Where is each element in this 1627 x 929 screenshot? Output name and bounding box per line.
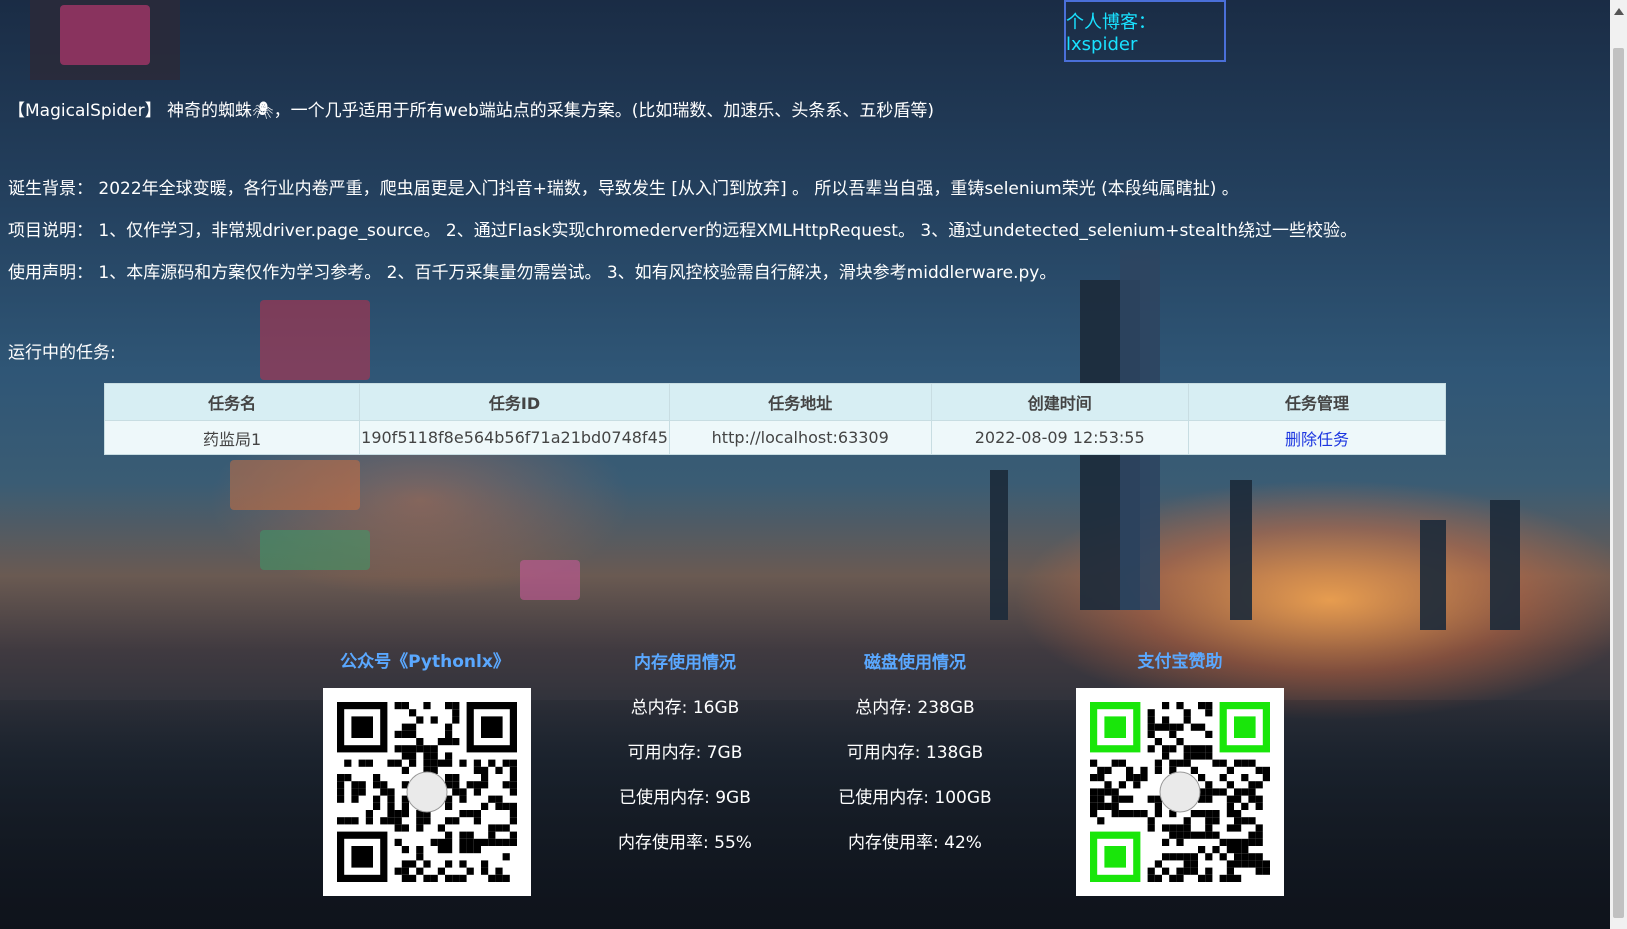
task-manage-cell: 删除任务 bbox=[1187, 420, 1447, 455]
delete-task-link[interactable]: 删除任务 bbox=[1285, 430, 1349, 449]
wechat-section: 公众号《Pythonlx》 bbox=[320, 647, 530, 672]
project-title: 【MagicalSpider】 神奇的蜘蛛🕷，一个几乎适用于所有web端站点的采… bbox=[8, 101, 935, 121]
memory-title: 内存使用情况 bbox=[634, 653, 736, 673]
alipay-section: 支付宝赞助 bbox=[1075, 647, 1285, 672]
memory-used: 已使用内存: 9GB bbox=[619, 788, 751, 808]
tasks-table: 任务名 任务ID 任务地址 创建时间 任务管理 药监局1 190f5118f8e… bbox=[103, 383, 1447, 455]
description-text: 项目说明： 1、仅作学习，非常规driver.page_source。 2、通过… bbox=[8, 221, 1358, 241]
alipay-qr-code bbox=[1076, 688, 1284, 896]
disk-used: 已使用内存: 100GB bbox=[838, 788, 992, 808]
header-task-name: 任务名 bbox=[103, 383, 361, 421]
wechat-title: 公众号《Pythonlx》 bbox=[340, 652, 510, 672]
disk-available: 可用内存: 138GB bbox=[846, 743, 984, 763]
task-name-cell: 药监局1 bbox=[103, 420, 361, 455]
header-task-id: 任务ID bbox=[359, 383, 670, 421]
table-header-row: 任务名 任务ID 任务地址 创建时间 任务管理 bbox=[103, 383, 1447, 421]
created-time-cell: 2022-08-09 12:53:55 bbox=[930, 420, 1189, 455]
header-task-url: 任务地址 bbox=[668, 383, 932, 421]
blog-label: 个人博客：lxspider bbox=[1066, 11, 1156, 55]
table-row: 药监局1 190f5118f8e564b56f71a21bd0748f45 ht… bbox=[103, 420, 1447, 455]
task-id-cell: 190f5118f8e564b56f71a21bd0748f45 bbox=[359, 420, 670, 455]
personal-blog-link[interactable]: 个人博客：lxspider bbox=[1064, 0, 1226, 62]
task-url-cell: http://localhost:63309 bbox=[668, 420, 932, 455]
disk-section: 磁盘使用情况 总内存: 238GB 可用内存: 138GB 已使用内存: 100… bbox=[810, 648, 1020, 853]
background-art bbox=[0, 0, 1610, 929]
disk-total: 总内存: 238GB bbox=[855, 698, 975, 718]
memory-rate: 内存使用率: 55% bbox=[618, 833, 752, 853]
memory-available: 可用内存: 7GB bbox=[627, 743, 743, 763]
wechat-qr-code bbox=[323, 688, 531, 896]
alipay-title: 支付宝赞助 bbox=[1137, 652, 1223, 672]
disk-rate: 内存使用率: 42% bbox=[848, 833, 982, 853]
header-created-time: 创建时间 bbox=[930, 383, 1189, 421]
disk-title: 磁盘使用情况 bbox=[864, 653, 966, 673]
memory-total: 总内存: 16GB bbox=[630, 698, 740, 718]
disclaimer-text: 使用声明： 1、本库源码和方案仅作为学习参考。 2、百千万采集量勿需尝试。 3、… bbox=[8, 263, 1057, 283]
header-task-manage: 任务管理 bbox=[1187, 383, 1447, 421]
scrollbar-thumb[interactable] bbox=[1613, 48, 1624, 918]
running-tasks-label: 运行中的任务: bbox=[8, 343, 116, 363]
memory-section: 内存使用情况 总内存: 16GB 可用内存: 7GB 已使用内存: 9GB 内存… bbox=[590, 648, 780, 853]
vertical-scrollbar[interactable] bbox=[1610, 0, 1627, 929]
background-text: 诞生背景： 2022年全球变暖，各行业内卷严重，爬虫届更是入门抖音+瑞数，导致发… bbox=[8, 179, 1239, 199]
scroll-up-icon[interactable] bbox=[1614, 8, 1624, 15]
